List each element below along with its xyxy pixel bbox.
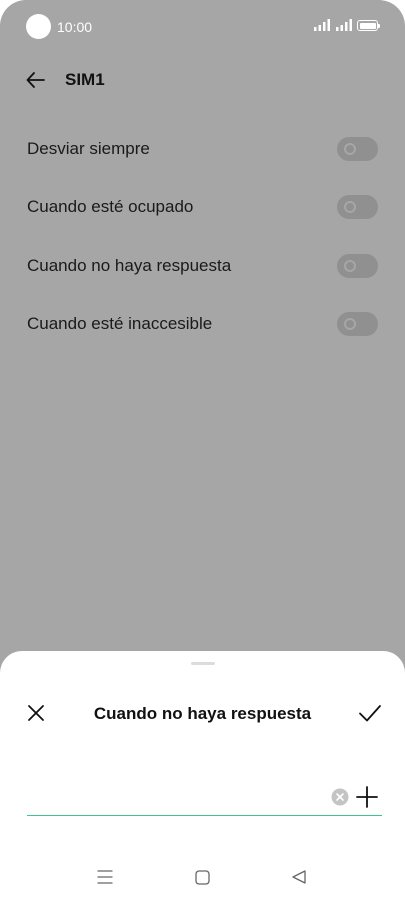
phone-number-field bbox=[27, 782, 382, 816]
camera-cutout bbox=[26, 14, 51, 39]
home-square-icon[interactable] bbox=[195, 870, 210, 885]
page-title: SIM1 bbox=[65, 70, 105, 89]
battery-icon bbox=[357, 20, 378, 31]
toggle-knob bbox=[344, 318, 356, 330]
toggle-switch[interactable] bbox=[337, 312, 378, 336]
battery-tip bbox=[378, 24, 380, 28]
toggle-knob bbox=[344, 201, 356, 213]
clear-circle-icon[interactable] bbox=[331, 788, 349, 806]
toggle-knob bbox=[344, 143, 356, 155]
arrow-left-icon[interactable] bbox=[24, 68, 48, 92]
plus-icon[interactable] bbox=[355, 785, 379, 809]
option-row-always[interactable]: Desviar siempre bbox=[0, 120, 405, 178]
option-row-no-answer[interactable]: Cuando no haya respuesta bbox=[0, 237, 405, 295]
phone-screen: 10:00 SIM1 Desviar siempre Cuando esté o… bbox=[0, 0, 405, 902]
toggle-switch[interactable] bbox=[337, 254, 378, 278]
option-label: Cuando esté inaccesible bbox=[27, 314, 213, 333]
toggle-switch[interactable] bbox=[337, 137, 378, 161]
signal-icon bbox=[336, 19, 352, 31]
dialog-title: Cuando no haya respuesta bbox=[93, 704, 312, 723]
option-row-busy[interactable]: Cuando esté ocupado bbox=[0, 178, 405, 236]
status-bar: 10:00 bbox=[0, 0, 405, 54]
signal-icon bbox=[314, 19, 330, 31]
status-time: 10:00 bbox=[57, 19, 93, 35]
toggle-switch[interactable] bbox=[337, 195, 378, 219]
phone-number-input[interactable] bbox=[27, 782, 322, 814]
sheet-drag-handle[interactable] bbox=[191, 662, 215, 665]
navigation-bar bbox=[0, 855, 405, 899]
checkmark-icon[interactable] bbox=[357, 701, 383, 725]
triangle-back-icon[interactable] bbox=[291, 869, 307, 885]
option-row-unreachable[interactable]: Cuando esté inaccesible bbox=[0, 295, 405, 353]
menu-icon[interactable] bbox=[97, 869, 113, 885]
option-label: Cuando esté ocupado bbox=[27, 197, 194, 216]
option-label: Desviar siempre bbox=[27, 139, 150, 158]
option-label: Cuando no haya respuesta bbox=[27, 256, 232, 275]
toggle-knob bbox=[344, 260, 356, 272]
